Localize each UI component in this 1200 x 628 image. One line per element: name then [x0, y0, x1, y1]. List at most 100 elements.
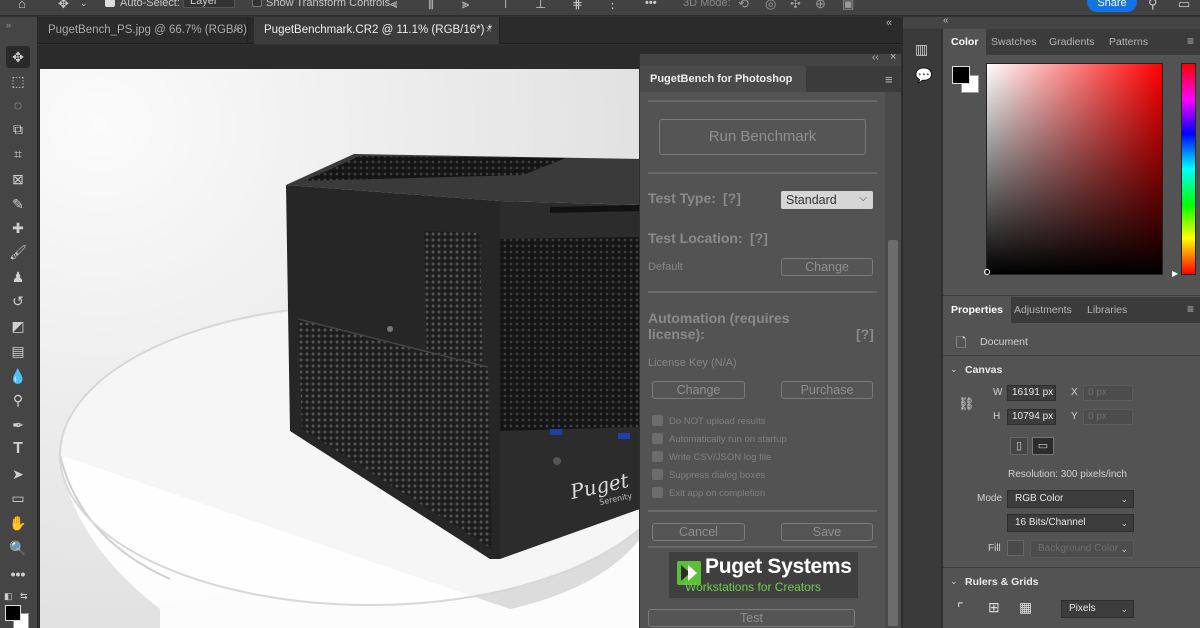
- marquee-tool-icon[interactable]: ⬚: [6, 70, 30, 92]
- align-middle-icon[interactable]: ⊥: [535, 0, 546, 12]
- roll-3d-icon[interactable]: ◎: [765, 0, 776, 12]
- test-button[interactable]: Test: [648, 609, 855, 627]
- drag-3d-icon[interactable]: ✣: [790, 0, 801, 12]
- auto-select-checkbox[interactable]: [105, 0, 115, 7]
- history-brush-tool-icon[interactable]: ↺: [6, 290, 30, 312]
- tab-pugetbench[interactable]: PugetBench for Photoshop 0.93.3: [640, 66, 806, 111]
- hue-slider-handle[interactable]: ▶: [1172, 269, 1178, 278]
- move-tool-icon[interactable]: ✥: [6, 46, 30, 68]
- tab-pugetbenchmark-cr2[interactable]: PugetBenchmark.CR2 @ 11.1% (RGB/16*) * ×: [254, 17, 500, 44]
- test-type-select[interactable]: Standard ⌵: [781, 191, 873, 209]
- test-location-help[interactable]: [?]: [750, 230, 768, 246]
- eraser-tool-icon[interactable]: ◩: [6, 315, 30, 337]
- tabs-overflow-icon[interactable]: «: [886, 17, 892, 29]
- foreground-color-swatch[interactable]: [952, 66, 970, 84]
- chevron-down-icon[interactable]: ⌄: [950, 576, 958, 587]
- hue-slider[interactable]: [1181, 63, 1196, 275]
- panel-collapse-icon[interactable]: »: [6, 20, 12, 30]
- panel-menu-icon[interactable]: ≡: [885, 72, 893, 87]
- share-button[interactable]: Share: [1087, 0, 1137, 12]
- comments-panel-icon[interactable]: 💬: [915, 67, 932, 84]
- color-picker-handle[interactable]: [984, 269, 990, 275]
- transform-controls-checkbox[interactable]: [252, 0, 262, 7]
- tab-gradients[interactable]: Gradients: [1041, 29, 1103, 55]
- close-icon[interactable]: ×: [234, 17, 240, 44]
- chevron-down-icon[interactable]: ⌄: [80, 0, 88, 9]
- brush-tool-icon[interactable]: 🖌: [6, 241, 30, 263]
- option-checkbox[interactable]: [652, 451, 663, 462]
- swap-colors-icon[interactable]: ⇆: [20, 591, 28, 602]
- license-change-button[interactable]: Change: [652, 381, 745, 399]
- lasso-tool-icon[interactable]: ◌: [6, 94, 30, 116]
- distribute-icon[interactable]: ⋕: [572, 0, 583, 12]
- x-field[interactable]: 0 px: [1083, 385, 1133, 401]
- units-select[interactable]: Pixels ⌄: [1061, 600, 1134, 618]
- align-left-icon[interactable]: ⫷: [390, 0, 397, 12]
- ruler-icon[interactable]: ⌜: [957, 600, 964, 617]
- scale-3d-icon[interactable]: ▣: [842, 0, 854, 12]
- width-field[interactable]: 16191 px: [1007, 385, 1056, 401]
- tab-libraries[interactable]: Libraries: [1079, 297, 1135, 323]
- edit-toolbar-button[interactable]: •••: [6, 563, 30, 585]
- gradient-tool-icon[interactable]: ▤: [6, 340, 30, 362]
- option-checkbox[interactable]: [652, 487, 663, 498]
- tab-properties[interactable]: Properties: [943, 297, 1011, 323]
- close-icon[interactable]: ×: [486, 17, 492, 44]
- option-checkbox[interactable]: [652, 433, 663, 444]
- default-colors-icon[interactable]: ◧: [4, 591, 13, 602]
- option-checkbox[interactable]: [652, 469, 663, 480]
- zoom-tool-icon[interactable]: 🔍: [6, 537, 30, 559]
- tab-color[interactable]: Color: [943, 29, 987, 55]
- fill-color-swatch[interactable]: [1007, 540, 1024, 556]
- color-field[interactable]: [986, 63, 1163, 275]
- link-icon[interactable]: ⛓: [958, 396, 975, 412]
- test-type-help[interactable]: [?]: [723, 190, 741, 206]
- align-center-icon[interactable]: ⫼: [428, 0, 434, 12]
- tab-pugetbench-jpg[interactable]: PugetBench_PS.jpg @ 66.7% (RGB/8) ×: [38, 17, 248, 44]
- purchase-button[interactable]: Purchase: [781, 381, 873, 399]
- panel-scrollbar[interactable]: [885, 92, 901, 628]
- search-icon[interactable]: ⚲: [1148, 0, 1158, 12]
- frame-tool-icon[interactable]: ⊠: [6, 168, 30, 190]
- height-field[interactable]: 10794 px: [1007, 409, 1056, 425]
- portrait-orientation-icon[interactable]: ▯: [1010, 437, 1028, 455]
- collapse-panel-icon[interactable]: ‹‹: [872, 52, 879, 63]
- rectangle-tool-icon[interactable]: ▭: [6, 487, 30, 509]
- distribute-spacing-icon[interactable]: ⋮: [606, 0, 619, 12]
- clone-stamp-tool-icon[interactable]: ♟: [6, 266, 30, 288]
- tab-swatches[interactable]: Swatches: [983, 29, 1045, 55]
- panel-menu-icon[interactable]: ≡: [1187, 34, 1194, 48]
- workspace-icon[interactable]: ▭: [1178, 0, 1190, 12]
- panel-menu-icon[interactable]: ≡: [1187, 302, 1194, 316]
- mode-select[interactable]: RGB Color ⌄: [1007, 490, 1134, 508]
- foreground-color-swatch[interactable]: [5, 605, 21, 621]
- landscape-orientation-icon[interactable]: ▭: [1032, 437, 1054, 455]
- more-options-button[interactable]: •••: [645, 0, 657, 9]
- run-benchmark-button[interactable]: Run Benchmark: [659, 119, 866, 155]
- hand-tool-icon[interactable]: ✋: [6, 512, 30, 534]
- healing-brush-tool-icon[interactable]: ✚: [6, 217, 30, 239]
- slide-3d-icon[interactable]: ⊕: [815, 0, 826, 12]
- option-checkbox[interactable]: [652, 415, 663, 426]
- history-panel-icon[interactable]: ▥: [915, 41, 928, 58]
- dodge-tool-icon[interactable]: ⚲: [6, 389, 30, 411]
- object-selection-tool-icon[interactable]: ⧉: [6, 118, 30, 140]
- pen-tool-icon[interactable]: ✒: [6, 414, 30, 436]
- automation-help[interactable]: [?]: [856, 326, 874, 342]
- collapse-panels-icon[interactable]: «: [943, 15, 949, 26]
- bit-depth-select[interactable]: 16 Bits/Channel ⌄: [1007, 514, 1134, 532]
- y-field[interactable]: 0 px: [1083, 409, 1133, 425]
- orbit-3d-icon[interactable]: ⟲: [738, 0, 749, 12]
- crop-tool-icon[interactable]: ⌗: [6, 143, 30, 165]
- blur-tool-icon[interactable]: 💧: [6, 365, 30, 387]
- align-top-icon[interactable]: ⊤: [500, 0, 511, 12]
- tab-adjustments[interactable]: Adjustments: [1006, 297, 1080, 323]
- fill-select[interactable]: Background Color ⌄: [1030, 540, 1134, 558]
- save-button[interactable]: Save: [781, 523, 873, 541]
- guides-icon[interactable]: ▦: [1019, 599, 1032, 616]
- type-tool-icon[interactable]: T: [6, 438, 30, 460]
- eyedropper-tool-icon[interactable]: ✎: [6, 193, 30, 215]
- tab-patterns[interactable]: Patterns: [1101, 29, 1156, 55]
- path-selection-tool-icon[interactable]: ➤: [6, 463, 30, 485]
- auto-select-dropdown[interactable]: Layer: [183, 0, 235, 8]
